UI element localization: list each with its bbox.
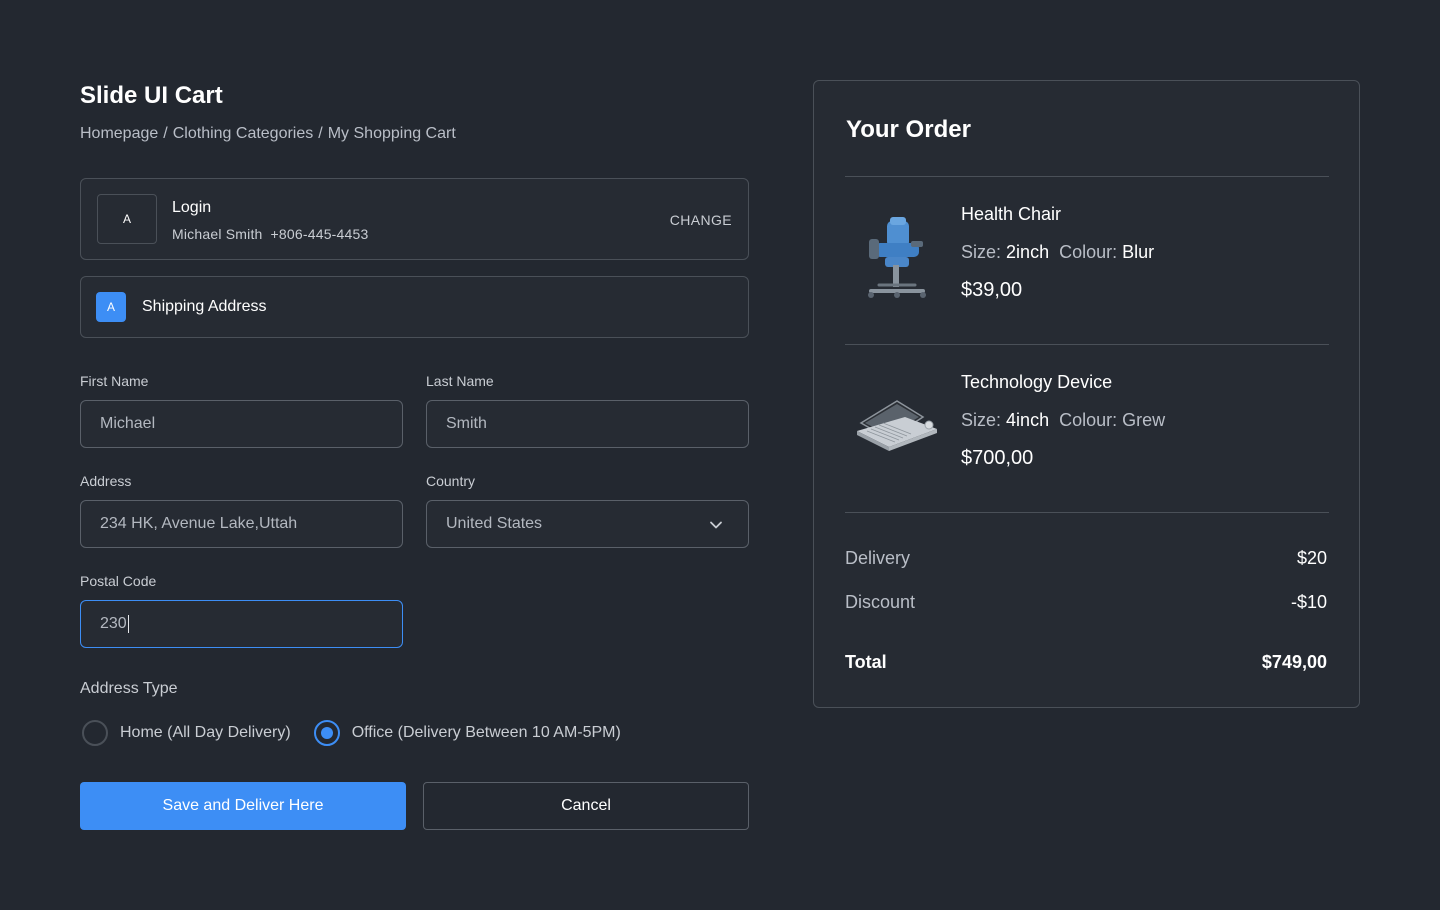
postal-code-value: 230 [100, 615, 127, 632]
address-type-label: Address Type [80, 680, 178, 697]
login-phone: +806-445-4453 [270, 226, 369, 242]
item-colour-label: Colour: [1059, 410, 1118, 430]
radio-office-indicator[interactable] [313, 720, 340, 746]
breadcrumb-clothing-categories[interactable]: Clothing Categories [173, 125, 314, 143]
item-price: $39,00 [961, 279, 1023, 301]
first-name-input[interactable]: Michael [80, 400, 403, 448]
item-name: Health Chair [961, 204, 1062, 224]
country-field-group: Country United States [426, 472, 749, 548]
item-attributes: Size: 2inch Colour: Blur [961, 242, 1154, 263]
postal-code-field-group: Postal Code 230 [80, 572, 403, 648]
total-label: Total [845, 652, 887, 672]
item-size-value: 4inch [1006, 410, 1050, 430]
postal-code-input[interactable]: 230 [80, 600, 403, 648]
discount-value: -$10 [1290, 592, 1327, 612]
page-title: Slide UI Cart [80, 82, 223, 109]
radio-home-label[interactable]: Home (All Day Delivery) [120, 724, 291, 742]
item-attributes: Size: 4inch Colour: Grew [961, 410, 1165, 431]
radio-home-indicator[interactable] [82, 720, 108, 746]
login-card: A Login Michael Smith +806-445-4453 CHANG… [80, 178, 749, 260]
order-summary-panel: Your Order Health Chair Size: 2inch Colo… [813, 80, 1360, 708]
delivery-label: Delivery [845, 548, 911, 568]
item-size-label: Size: [961, 242, 1002, 262]
radio-home[interactable]: Home (All Day Delivery) [82, 720, 291, 746]
last-name-input[interactable]: Smith [426, 400, 749, 448]
login-details: Michael Smith +806-445-4453 [172, 226, 369, 242]
last-name-field-group: Last Name Smith [426, 372, 749, 448]
divider [845, 176, 1329, 177]
breadcrumb-separator: / [163, 125, 168, 142]
item-size-value: 2inch [1006, 242, 1050, 262]
discount-label: Discount [845, 592, 916, 612]
order-item: Health Chair Size: 2inch Colour: Blur $3… [845, 199, 1329, 319]
address-type-radio-group: Home (All Day Delivery) Office (Delivery… [82, 720, 621, 746]
shipping-address-title: Shipping Address [142, 298, 267, 315]
breadcrumb: Homepage / Clothing Categories / My Shop… [80, 123, 749, 145]
login-step-badge: A [97, 194, 157, 244]
breadcrumb-separator: / [318, 125, 323, 142]
order-title: Your Order [846, 116, 971, 143]
text-caret [127, 615, 129, 633]
breadcrumb-homepage[interactable]: Homepage [80, 125, 158, 143]
login-title: Login [172, 199, 212, 216]
item-colour-value: Grew [1122, 410, 1166, 430]
total-value: $749,00 [1261, 652, 1327, 672]
last-name-label: Last Name [426, 373, 494, 389]
item-colour-label: Colour: [1059, 242, 1118, 262]
checkout-form-panel: Slide UI Cart Homepage / Clothing Catego… [80, 80, 749, 830]
shipping-step-badge: A [96, 292, 126, 322]
change-login-button[interactable]: CHANGE [670, 212, 732, 228]
item-price: $700,00 [961, 447, 1034, 469]
discount-row: Discount -$10 [845, 592, 1327, 613]
item-colour-value: Blur [1122, 242, 1155, 262]
save-and-deliver-button[interactable]: Save and Deliver Here [80, 782, 406, 830]
chevron-down-icon [710, 521, 722, 529]
radio-office-label[interactable]: Office (Delivery Between 10 AM-5PM) [352, 724, 621, 742]
total-row: Total $749,00 [845, 652, 1327, 673]
laptop-image [857, 400, 937, 451]
country-selected-value: United States [446, 515, 543, 532]
shipping-address-card: A Shipping Address [80, 276, 749, 338]
country-select[interactable]: United States [426, 500, 749, 548]
order-item: Technology Device Size: 4inch Colour: Gr… [845, 367, 1329, 487]
chair-image [868, 217, 926, 298]
address-label: Address [80, 473, 132, 489]
divider [845, 512, 1329, 513]
item-name: Technology Device [961, 372, 1113, 392]
item-size-label: Size: [961, 410, 1002, 430]
divider [845, 344, 1329, 345]
address-field-group: Address 234 HK, Avenue Lake,Uttah [80, 472, 403, 548]
address-input[interactable]: 234 HK, Avenue Lake,Uttah [80, 500, 403, 548]
cancel-button[interactable]: Cancel [423, 782, 749, 830]
radio-office[interactable]: Office (Delivery Between 10 AM-5PM) [313, 720, 621, 746]
login-user-name: Michael Smith [172, 226, 263, 242]
delivery-value: $20 [1296, 548, 1327, 568]
first-name-label: First Name [80, 373, 149, 389]
breadcrumb-my-shopping-cart[interactable]: My Shopping Cart [328, 125, 456, 143]
first-name-field-group: First Name Michael [80, 372, 403, 448]
country-label: Country [426, 473, 476, 489]
postal-code-label: Postal Code [80, 573, 157, 589]
delivery-row: Delivery $20 [845, 548, 1327, 569]
